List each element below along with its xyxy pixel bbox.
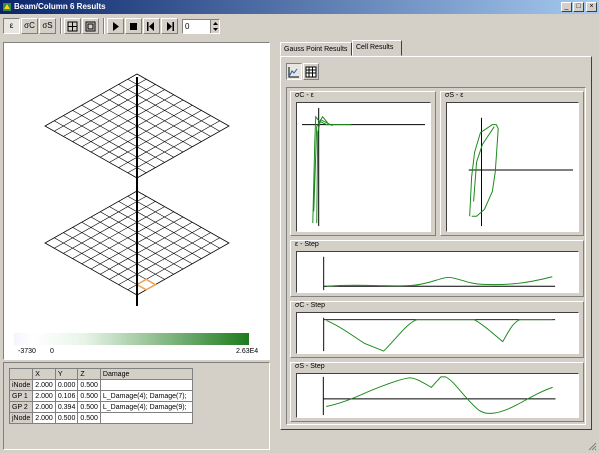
- steel-stress-strain-plot: σS - ε: [440, 91, 584, 236]
- status-bar: [0, 438, 599, 453]
- frame-icon: [85, 21, 96, 32]
- table-cell: 0.106: [54, 390, 79, 402]
- row-label: GP 1: [8, 390, 34, 402]
- table-cell: 0.500: [77, 401, 101, 413]
- tab-cell-results[interactable]: Cell Results: [352, 40, 402, 56]
- concrete-stress-strain-plot: σC - ε: [290, 91, 436, 236]
- table-row[interactable]: GP 1 2.000 0.106 0.500 L_Damage(4); Dama…: [8, 390, 193, 402]
- toolbar-separator: [60, 18, 62, 34]
- node-table-panel: X Y Z Damage iNode 2.000 0.000 0.500 GP …: [3, 362, 270, 450]
- node-table: X Y Z Damage iNode 2.000 0.000 0.500 GP …: [8, 368, 193, 424]
- table-cell: [99, 379, 193, 391]
- steel-stress-step-chart: [296, 373, 579, 418]
- concrete-stress-strain-chart: [296, 102, 431, 232]
- step-value: 0: [185, 22, 190, 31]
- row-label: iNode: [8, 379, 34, 391]
- step-back-icon: [147, 22, 154, 31]
- play-button[interactable]: [107, 18, 124, 34]
- table-header: X: [32, 368, 56, 380]
- section-3d-view[interactable]: [4, 43, 269, 359]
- steel-stress-mode-button[interactable]: σS: [39, 18, 56, 34]
- table-cell: [99, 412, 193, 424]
- table-cell: 0.500: [54, 412, 79, 424]
- app-icon: [3, 3, 11, 11]
- strain-mode-button[interactable]: ε: [3, 18, 20, 34]
- table-header: [8, 368, 34, 380]
- step-back-button[interactable]: [143, 18, 160, 34]
- step-forward-button[interactable]: [161, 18, 178, 34]
- table-header: Damage: [99, 368, 193, 380]
- colorbar: [14, 333, 249, 345]
- step-input[interactable]: 0: [182, 19, 220, 34]
- table-cell: 2.000: [32, 401, 56, 413]
- toolbar-separator: [103, 18, 105, 34]
- row-label: jNode: [8, 412, 34, 424]
- steel-stress-step-plot: σS - Step: [290, 362, 584, 422]
- resize-grip-icon[interactable]: [587, 441, 597, 451]
- close-button[interactable]: ×: [586, 2, 597, 12]
- table-cell: 0.394: [54, 401, 79, 413]
- table-header: Z: [77, 368, 101, 380]
- step-forward-icon: [167, 22, 174, 31]
- table-cell: 0.000: [54, 379, 79, 391]
- steel-stress-strain-chart: [446, 102, 579, 232]
- stop-icon: [130, 23, 137, 30]
- step-spinner[interactable]: [210, 20, 219, 33]
- concrete-stress-step-chart: [296, 312, 579, 354]
- table-cell: 0.500: [77, 379, 101, 391]
- table-cell: 0.500: [77, 390, 101, 402]
- toolbar: ε σC σS 0: [0, 14, 599, 38]
- table-view-button[interactable]: [303, 63, 319, 80]
- stop-button[interactable]: [125, 18, 142, 34]
- spinner-arrows-icon: [213, 22, 218, 31]
- table-cell: 2.000: [32, 412, 56, 424]
- window-title: Beam/Column 6 Results: [14, 2, 106, 11]
- plot-title: ε - Step: [294, 241, 320, 248]
- colorbar-max-label: 2.63E4: [236, 348, 259, 355]
- chart-icon: [288, 67, 299, 78]
- chart-view-button[interactable]: [286, 63, 302, 80]
- table-cell: 0.500: [77, 412, 101, 424]
- plot-area: σC - ε σS - ε ε - Step σC - Step σS - St…: [286, 87, 586, 425]
- row-label: GP 2: [8, 401, 34, 413]
- table-icon: [305, 66, 317, 78]
- minimize-button[interactable]: _: [561, 2, 572, 12]
- title-bar: Beam/Column 6 Results: [0, 0, 599, 14]
- table-cell: L_Damage(4); Damage(9);: [99, 401, 193, 413]
- frame-view-button[interactable]: [82, 18, 99, 34]
- colorbar-zero-label: 0: [50, 348, 54, 355]
- table-row[interactable]: GP 2 2.000 0.394 0.500 L_Damage(4); Dama…: [8, 401, 193, 413]
- plot-title: σS - ε: [444, 92, 465, 99]
- model-view-panel[interactable]: -3730 0 2.63E4: [3, 42, 270, 360]
- table-row[interactable]: jNode 2.000 0.500 0.500: [8, 412, 193, 424]
- concrete-stress-mode-button[interactable]: σC: [21, 18, 38, 34]
- play-icon: [113, 22, 119, 31]
- table-cell: L_Damage(4); Damage(7);: [99, 390, 193, 402]
- strain-step-chart: [296, 251, 579, 293]
- plot-title: σC - Step: [294, 302, 326, 309]
- cell-results-panel: σC - ε σS - ε ε - Step σC - Step σS - St…: [280, 56, 592, 430]
- plot-title: σS - Step: [294, 363, 326, 370]
- tab-gauss-point-results[interactable]: Gauss Point Results: [280, 42, 352, 56]
- plot-title: σC - ε: [294, 92, 315, 99]
- maximize-button[interactable]: □: [573, 2, 584, 12]
- strain-step-plot: ε - Step: [290, 240, 584, 297]
- table-cell: 2.000: [32, 379, 56, 391]
- grid-icon: [67, 21, 78, 32]
- table-header: Y: [54, 368, 79, 380]
- colorbar-min-label: -3730: [18, 348, 36, 355]
- concrete-stress-step-plot: σC - Step: [290, 301, 584, 358]
- table-row[interactable]: iNode 2.000 0.000 0.500: [8, 379, 193, 391]
- grid-view-button[interactable]: [64, 18, 81, 34]
- table-cell: 2.000: [32, 390, 56, 402]
